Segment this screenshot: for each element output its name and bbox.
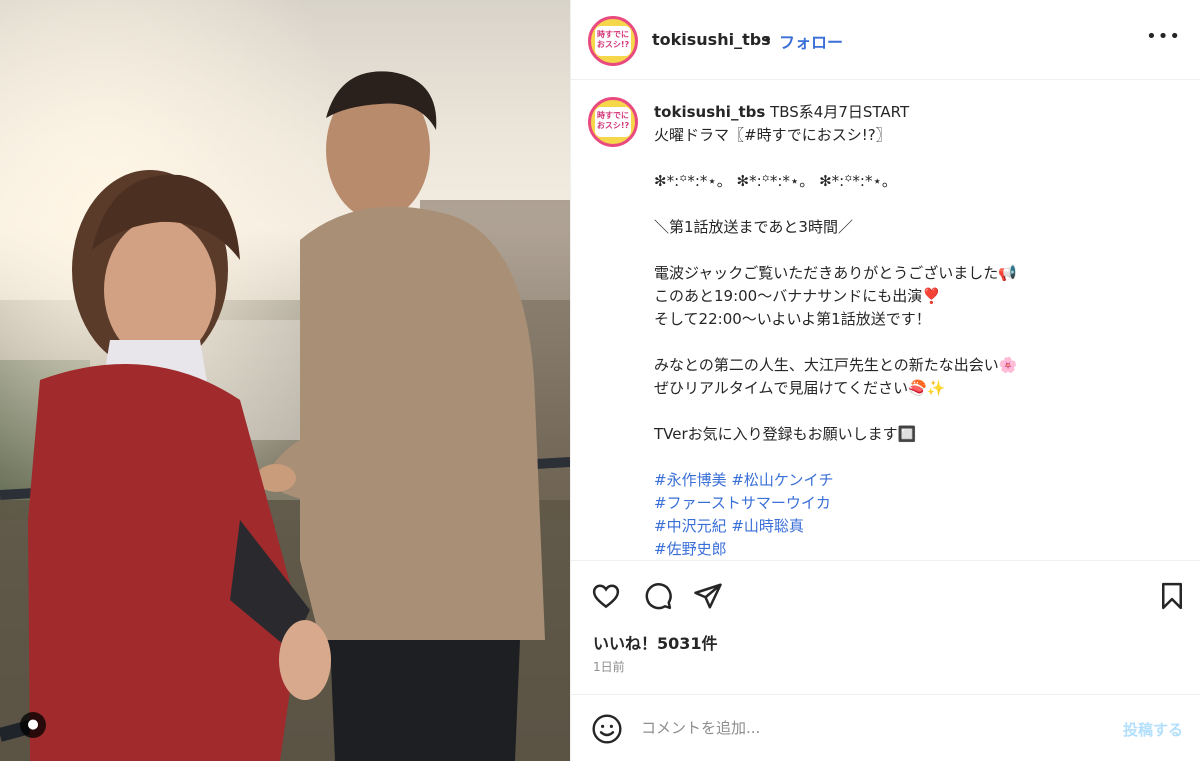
send-icon[interactable] (693, 581, 723, 611)
comment-bar: 投稿する (571, 694, 1200, 761)
post-header: 時すでにおスシ!? tokisushi_tbs • フォロー ••• (571, 0, 1200, 80)
caption-line (654, 193, 1184, 216)
caption-text: tokisushi_tbs TBS系4月7日START 火曜ドラマ〖#時すでにお… (654, 101, 1184, 560)
caption-line (654, 331, 1184, 354)
comment-input[interactable] (641, 711, 1081, 745)
caption-line: 火曜ドラマ〖#時すでにおスシ!?〗 (654, 124, 1184, 147)
hashtag-link[interactable]: #松山ケンイチ (731, 471, 833, 489)
avatar-logo: 時すでにおスシ!? (595, 107, 631, 137)
smiley-icon[interactable] (591, 713, 623, 745)
post-detail-panel: 時すでにおスシ!? tokisushi_tbs • フォロー ••• 時すでにお… (570, 0, 1200, 761)
caption-line: みなとの第二の人生、大江戸先生との新たな出会い🌸 (654, 356, 1018, 374)
caption-line: このあと19:00〜バナナサンドにも出演❣️ (654, 287, 941, 305)
heart-icon[interactable] (591, 581, 621, 611)
caption-area: 時すでにおスシ!? tokisushi_tbs TBS系4月7日START 火曜… (571, 80, 1200, 560)
header-separator: • (763, 30, 773, 49)
caption-line-text: 火曜ドラマ〖#時すでにおスシ!?〗 (654, 126, 891, 144)
caption-line-text: TBS系4月7日START (770, 103, 910, 121)
hashtag-row: #佐野史郎 (654, 538, 1184, 560)
avatar[interactable]: 時すでにおスシ!? (588, 16, 638, 66)
hashtag-row: #永作博美 #松山ケンイチ (654, 469, 1184, 492)
caption-line (654, 239, 1184, 262)
caption-line: ✻*:꙳*:*⋆。 ✻*:꙳*:*⋆。 ✻*:꙳*:*⋆。 (654, 172, 897, 190)
post-timestamp[interactable]: 1日前 (593, 658, 625, 675)
caption-username[interactable]: tokisushi_tbs (654, 103, 765, 121)
photo-illustration (0, 0, 570, 761)
hashtag-link[interactable]: #永作博美 (654, 471, 727, 489)
header-username[interactable]: tokisushi_tbs (652, 30, 771, 49)
hashtag-link[interactable]: #佐野史郎 (654, 540, 727, 558)
caption-line: そして22:00〜いよいよ第1話放送です！ (654, 310, 931, 328)
caption-line: tokisushi_tbs TBS系4月7日START (654, 101, 1184, 124)
caption-line: 電波ジャックご覧いただきありがとうございました📢 (654, 264, 1017, 282)
post-comment-button[interactable]: 投稿する (1123, 719, 1183, 740)
caption-line: TVerお気に入り登録もお願いします🔲 (654, 425, 917, 443)
avatar-logo: 時すでにおスシ!? (595, 26, 631, 56)
caption-avatar[interactable]: 時すでにおスシ!? (588, 97, 638, 147)
like-count[interactable]: いいね！5031件 (593, 630, 718, 654)
caption-line: ぜひリアルタイムで見届けてください🍣✨ (654, 379, 946, 397)
caption-line (654, 400, 1184, 423)
hashtag-row: #ファーストサマーウイカ (654, 492, 1184, 515)
hashtag-link[interactable]: #ファーストサマーウイカ (654, 494, 831, 512)
more-horizontal-icon[interactable]: ••• (1146, 26, 1181, 47)
hashtag-link[interactable]: #山時聡真 (731, 517, 804, 535)
follow-button[interactable]: フォロー (779, 29, 843, 53)
post-photo[interactable]: ● (0, 0, 570, 761)
comment-icon[interactable] (643, 581, 673, 611)
caption-line: ＼第1話放送まであと3時間／ (654, 218, 853, 236)
hashtag-link[interactable]: #中沢元紀 (654, 517, 727, 535)
person-icon[interactable]: ● (20, 712, 46, 738)
caption-line (654, 147, 1184, 170)
bookmark-icon[interactable] (1157, 581, 1187, 611)
action-bar (571, 560, 1200, 626)
hashtag-row: #中沢元紀 #山時聡真 (654, 515, 1184, 538)
